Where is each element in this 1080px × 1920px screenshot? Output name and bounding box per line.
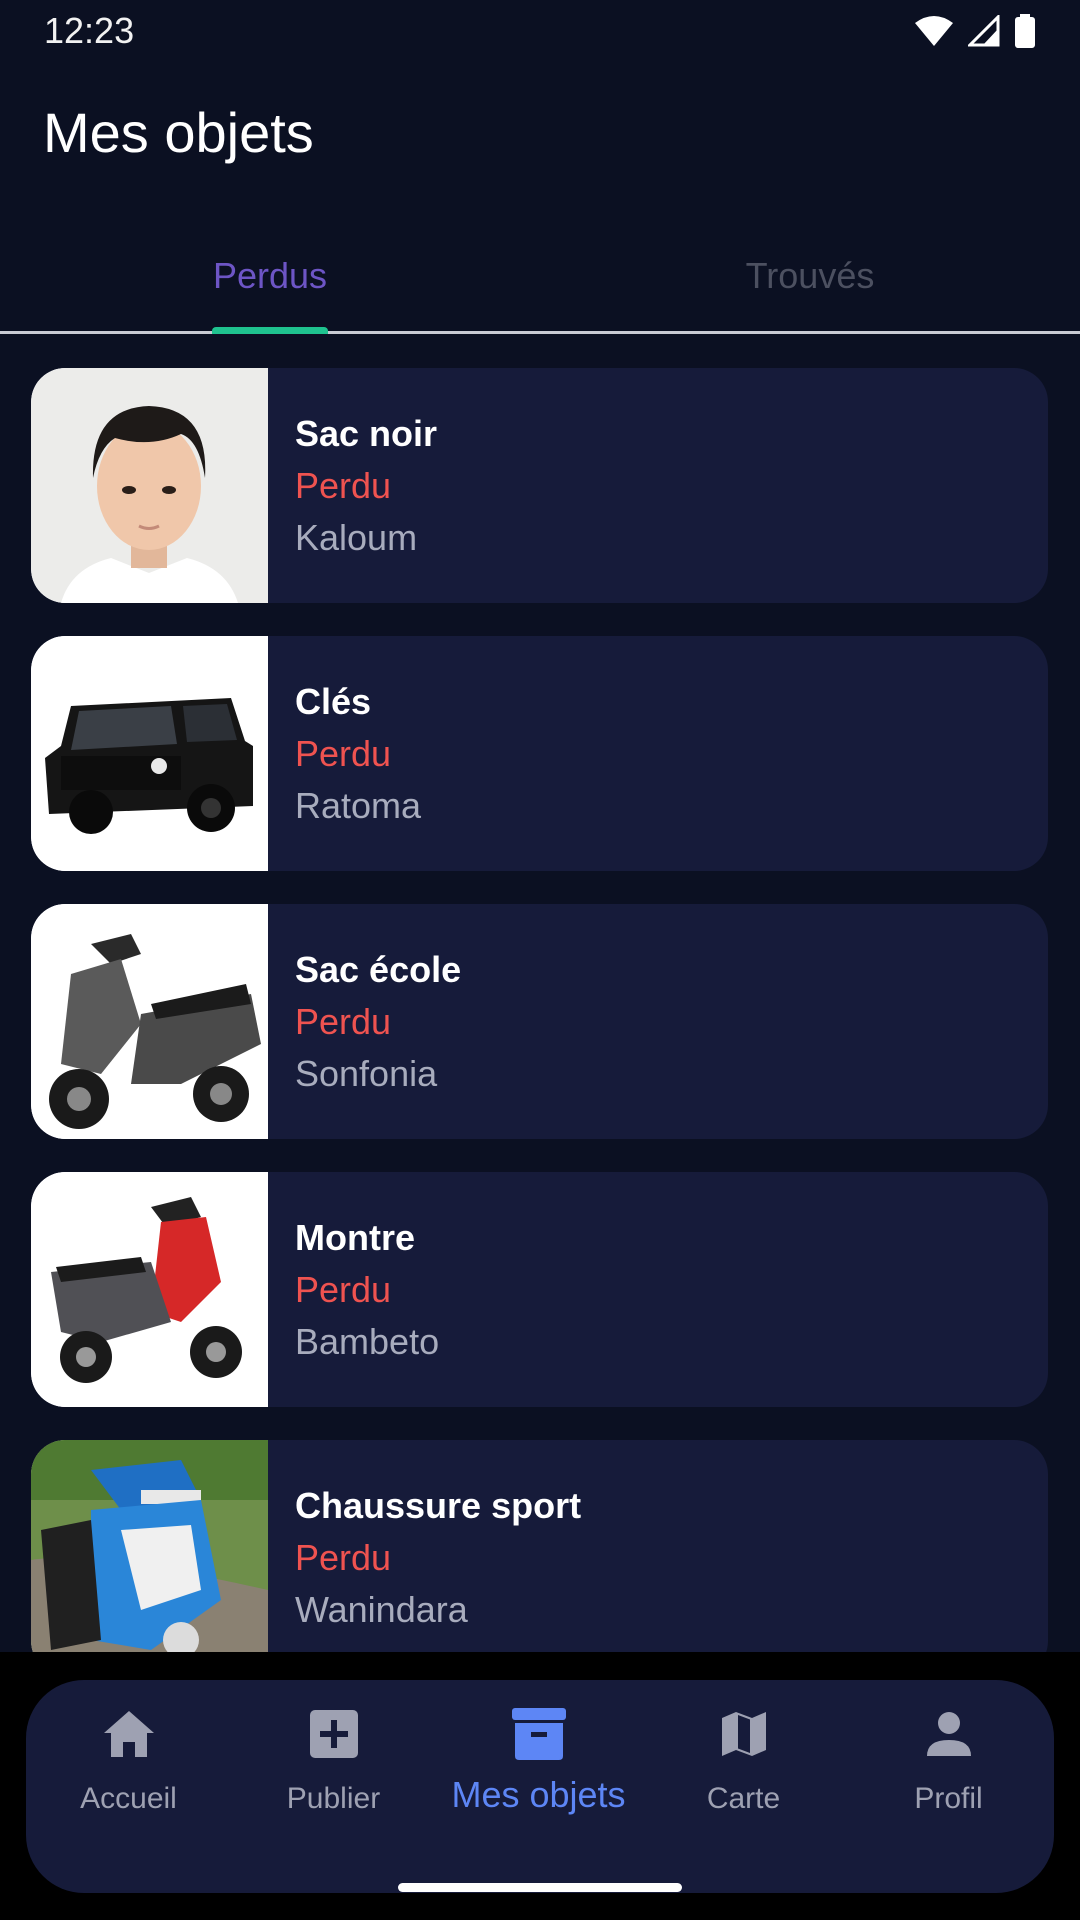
home-indicator[interactable] [398,1883,682,1892]
item-image [31,904,268,1139]
item-title: Montre [295,1217,415,1258]
item-status: Perdu [295,465,392,506]
home-icon [99,1704,159,1764]
nav-publier[interactable]: Publier [231,1680,436,1893]
page-title: Mes objets [43,101,314,164]
wifi-icon [915,16,953,46]
list-item[interactable]: Sac école Perdu Sonfonia [31,904,1048,1139]
child-portrait-image [31,368,268,603]
list-item[interactable]: Chaussure sport Perdu Wanindara [31,1440,1048,1652]
items-list[interactable]: Sac noir Perdu Kaloum Clés Perdu Ratoma [31,368,1048,1652]
list-item[interactable]: Montre Perdu Bambeto [31,1172,1048,1407]
grey-scooter-image [31,904,268,1139]
item-title: Sac noir [295,413,438,454]
nav-profil-label: Profil [914,1782,983,1815]
nav-carte[interactable]: Carte [641,1680,846,1893]
tab-trouves[interactable]: Trouvés [540,230,1080,331]
list-item[interactable]: Sac noir Perdu Kaloum [31,368,1048,603]
tab-bar: Perdus Trouvés [0,230,1080,334]
item-image [31,1440,268,1652]
nav-accueil[interactable]: Accueil [26,1680,231,1893]
map-icon [714,1704,774,1764]
bottom-navigation: Accueil Publier Mes objets Carte Profil [26,1680,1054,1893]
list-item[interactable]: Clés Perdu Ratoma [31,636,1048,871]
item-image [31,368,268,603]
item-location: Bambeto [295,1321,440,1362]
status-icons [914,14,1036,48]
item-title: Chaussure sport [295,1485,582,1526]
nav-mes-objets-label: Mes objets [451,1774,626,1815]
active-tab-indicator [212,327,328,334]
item-location: Ratoma [295,785,422,826]
item-location: Wanindara [295,1589,468,1630]
battery-icon [1015,14,1035,48]
add-box-icon [304,1704,364,1764]
person-icon [919,1704,979,1764]
item-title: Sac école [295,949,462,990]
item-location: Sonfonia [295,1053,438,1094]
status-bar: 12:23 [0,0,1080,62]
black-suv-image [31,636,268,871]
item-status: Perdu [295,1269,392,1310]
nav-carte-label: Carte [706,1782,781,1815]
item-status: Perdu [295,1537,392,1578]
signal-icon [968,15,1000,47]
nav-publier-label: Publier [286,1782,381,1815]
item-status: Perdu [295,733,392,774]
archive-icon [509,1704,569,1764]
item-title: Clés [295,681,372,722]
item-status: Perdu [295,1001,392,1042]
red-scooter-image [31,1172,268,1407]
tab-perdus[interactable]: Perdus [0,230,540,334]
nav-accueil-label: Accueil [80,1782,177,1815]
tab-perdus-label: Perdus [212,254,328,296]
item-location: Kaloum [295,517,418,558]
nav-mes-objets[interactable]: Mes objets [436,1680,641,1893]
item-image [31,636,268,871]
item-image [31,1172,268,1407]
blue-scooter-image [31,1440,268,1652]
tab-trouves-label: Trouvés [745,254,875,296]
nav-profil[interactable]: Profil [846,1680,1051,1893]
status-time: 12:23 [44,10,135,51]
